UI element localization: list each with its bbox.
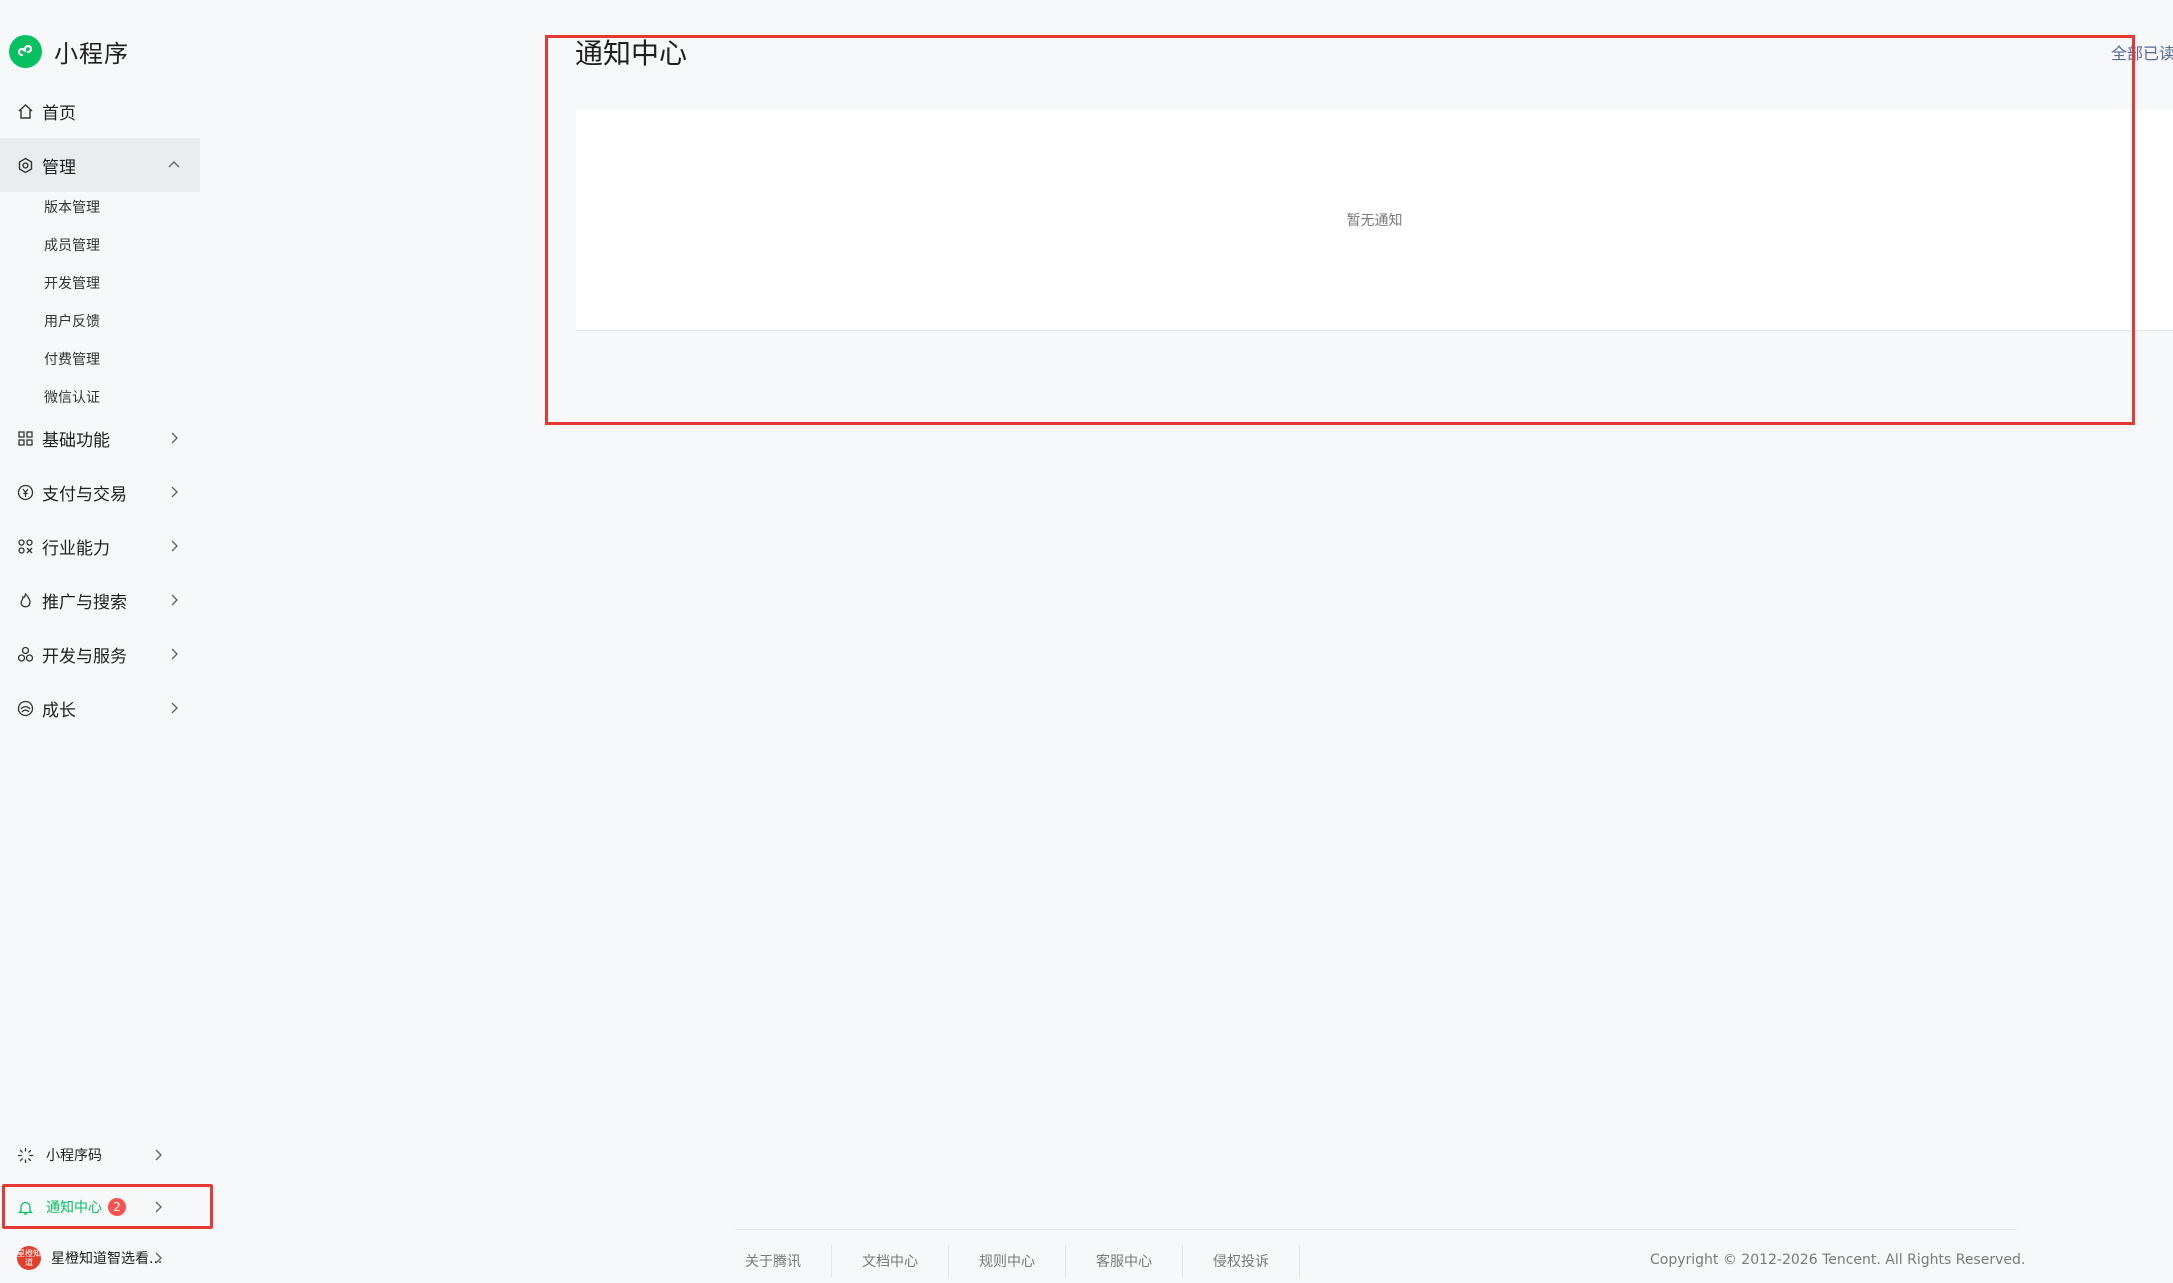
sidebar-item-label: 开发与服务: [42, 646, 127, 667]
chevron-up-icon: [168, 161, 180, 168]
gear-icon: [17, 157, 34, 174]
footer-divider: [735, 1229, 2017, 1230]
promote-icon: [17, 592, 34, 609]
footer-link-docs[interactable]: 文档中心: [862, 1251, 948, 1271]
growth-icon: [17, 700, 34, 717]
sidebar-item-label: 通知中心: [46, 1200, 102, 1216]
sidebar-item-qrcode[interactable]: 小程序码: [0, 1133, 200, 1177]
mark-all-read-link[interactable]: 全部已读: [2111, 40, 2173, 64]
sidebar-item-label: 支付与交易: [42, 484, 127, 505]
footer-separator: [948, 1245, 949, 1277]
yen-icon: [17, 484, 34, 501]
sidebar-item-industry[interactable]: 行业能力: [0, 519, 200, 573]
account-name: 星橙知道智选看...: [51, 1251, 163, 1267]
sidebar-item-payment-trade[interactable]: 支付与交易: [0, 465, 200, 519]
account-avatar: 星橙知道: [17, 1246, 41, 1270]
industry-icon: [17, 538, 34, 555]
chevron-right-icon: [171, 648, 178, 660]
sidebar-item-notifications[interactable]: 通知中心 2: [0, 1185, 200, 1229]
sidebar-item-label: 首页: [42, 103, 76, 124]
sidebar-subitem-members[interactable]: 成员管理: [44, 233, 100, 257]
sidebar-item-manage[interactable]: 管理: [0, 138, 200, 192]
dev-service-icon: [17, 646, 34, 663]
sidebar-item-label: 行业能力: [42, 538, 110, 559]
copyright-text: Copyright © 2012-2026 Tencent. All Right…: [1650, 1252, 2026, 1268]
account-menu[interactable]: 星橙知道 星橙知道智选看...: [0, 1236, 200, 1280]
footer-separator: [831, 1245, 832, 1277]
chevron-right-icon: [171, 432, 178, 444]
footer-links: 关于腾讯 文档中心 规则中心 客服中心 侵权投诉: [745, 1243, 1330, 1279]
notification-count-badge: 2: [108, 1198, 126, 1216]
sidebar-subitem-version[interactable]: 版本管理: [44, 195, 100, 219]
sidebar-subitem-payment[interactable]: 付费管理: [44, 347, 100, 371]
sidebar-item-promotion[interactable]: 推广与搜索: [0, 573, 200, 627]
sidebar: 小程序 首页 管理 版本管理 成员管理 开发管理 用户反馈 付费管理 微信认证 …: [0, 0, 213, 1283]
chevron-right-icon: [171, 540, 178, 552]
sidebar-item-growth[interactable]: 成长: [0, 681, 200, 735]
empty-state-text: 暂无通知: [1346, 213, 1403, 229]
footer-link-support[interactable]: 客服中心: [1096, 1251, 1182, 1271]
chevron-right-icon: [155, 1252, 162, 1264]
notification-list: 暂无通知: [576, 110, 2173, 331]
chevron-right-icon: [171, 702, 178, 714]
chevron-right-icon: [155, 1149, 162, 1161]
footer-link-rules[interactable]: 规则中心: [979, 1251, 1065, 1271]
footer-separator: [1065, 1245, 1066, 1277]
footer-link-complaint[interactable]: 侵权投诉: [1213, 1251, 1299, 1271]
footer-link-about[interactable]: 关于腾讯: [745, 1251, 831, 1271]
app-title: 小程序: [54, 39, 129, 68]
sidebar-item-label: 小程序码: [46, 1148, 102, 1164]
home-icon: [17, 103, 34, 120]
sidebar-subitem-feedback[interactable]: 用户反馈: [44, 309, 100, 333]
sidebar-subitem-verification[interactable]: 微信认证: [44, 385, 100, 409]
sidebar-subitem-development[interactable]: 开发管理: [44, 271, 100, 295]
sidebar-item-home[interactable]: 首页: [0, 84, 200, 138]
footer-separator: [1299, 1245, 1300, 1277]
sidebar-item-dev-service[interactable]: 开发与服务: [0, 627, 200, 681]
sidebar-item-basic-features[interactable]: 基础功能: [0, 411, 200, 465]
sidebar-item-label: 基础功能: [42, 430, 110, 451]
miniprogram-logo-icon: [9, 34, 42, 68]
sidebar-item-label: 成长: [42, 700, 76, 721]
sidebar-item-label: 推广与搜索: [42, 592, 127, 613]
sidebar-item-label: 管理: [42, 157, 76, 178]
bell-icon: [17, 1199, 34, 1216]
grid-icon: [17, 430, 34, 447]
chevron-right-icon: [155, 1201, 162, 1213]
qrcode-icon: [17, 1147, 34, 1164]
footer-separator: [1182, 1245, 1183, 1277]
app-logo[interactable]: 小程序: [9, 34, 129, 68]
chevron-right-icon: [171, 486, 178, 498]
chevron-right-icon: [171, 594, 178, 606]
page-title: 通知中心: [575, 37, 688, 70]
